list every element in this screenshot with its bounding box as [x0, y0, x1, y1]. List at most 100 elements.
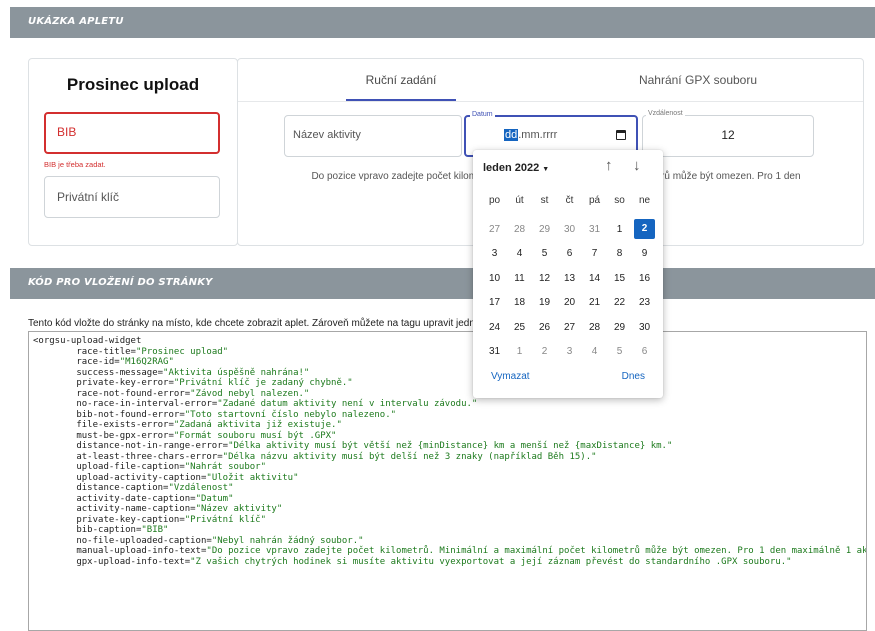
calendar-day[interactable]: 29 [607, 322, 632, 333]
calendar-day[interactable]: 3 [482, 248, 507, 259]
code-attribute-line: file-exists-error="Zadaná aktivita již e… [33, 420, 342, 430]
calendar-day[interactable]: 6 [557, 248, 582, 259]
clear-button[interactable]: Vymazat [491, 371, 530, 382]
embed-code-textarea[interactable]: <orgsu-upload-widget race-title="Prosine… [28, 331, 867, 631]
code-attribute-value: "M16Q2RAG" [119, 357, 174, 367]
code-attribute-line: no-race-in-interval-error="Zadané datum … [33, 399, 478, 409]
code-attribute-value: "Zadané datum aktivity není v intervalu … [217, 399, 478, 409]
calendar-day[interactable]: 1 [507, 346, 532, 357]
code-attribute-name: race-id [33, 357, 115, 367]
calendar-day[interactable]: 9 [632, 248, 657, 259]
today-button[interactable]: Dnes [622, 371, 645, 382]
upload-widget-left-card: Prosinec upload BIB BIB je třeba zadat. … [28, 58, 238, 246]
calendar-week-row: 10 11 12 13 14 15 16 [482, 266, 657, 291]
weekday-label: so [614, 195, 625, 206]
calendar-day[interactable]: 23 [632, 297, 657, 308]
calendar-day[interactable]: 1 [607, 224, 632, 235]
code-attribute-name: distance-not-in-range-error [33, 441, 223, 451]
calendar-day[interactable]: 20 [557, 297, 582, 308]
date-day-segment[interactable]: dd [504, 129, 519, 141]
private-key-placeholder: Privátní klíč [57, 190, 120, 204]
distance-value: 12 [721, 128, 735, 142]
code-attribute-value: "Uložit aktivitu" [206, 472, 299, 483]
calendar-day[interactable]: 5 [532, 248, 557, 259]
calendar-day[interactable]: 10 [482, 273, 507, 284]
code-attribute-name: private-key-error [33, 378, 169, 388]
code-attribute-line: bib-not-found-error="Toto startovní čísl… [33, 409, 397, 420]
calendar-day[interactable]: 5 [607, 346, 632, 357]
calendar-day[interactable]: 26 [532, 322, 557, 333]
code-attribute-line: race-not-found-error="Závod nebyl naleze… [33, 388, 310, 399]
private-key-input[interactable]: Privátní klíč [44, 176, 220, 218]
code-attribute-name: no-file-uploaded-caption [33, 535, 207, 546]
calendar-day[interactable]: 24 [482, 322, 507, 333]
calendar-day[interactable]: 13 [557, 273, 582, 284]
calendar-day[interactable]: 8 [607, 248, 632, 259]
calendar-day[interactable]: 28 [507, 224, 532, 235]
calendar-day[interactable]: 30 [557, 224, 582, 235]
code-attribute-line: distance-not-in-range-error="Délka aktiv… [33, 441, 673, 451]
code-attribute-name: must-be-gpx-error [33, 430, 169, 441]
weekday-label: po [488, 195, 501, 206]
code-attribute-name: manual-upload-info-text [33, 546, 201, 556]
calendar-day[interactable]: 16 [632, 273, 657, 284]
code-attribute-name: success-message [33, 367, 158, 378]
calendar-day[interactable]: 22 [607, 297, 632, 308]
code-attribute-line: manual-upload-info-text="Do pozice vprav… [33, 546, 866, 556]
calendar-day[interactable]: 27 [482, 224, 507, 235]
code-attribute-name: gpx-upload-info-text [33, 556, 185, 567]
calendar-day[interactable]: 4 [582, 346, 607, 357]
arrow-up-icon[interactable]: ↑ [605, 157, 613, 174]
bib-placeholder: BIB [57, 125, 77, 139]
calendar-icon[interactable] [616, 130, 626, 140]
code-attribute-value: "Privátní klíč je zadaný chybně." [173, 378, 353, 388]
arrow-down-icon[interactable]: ↓ [633, 157, 641, 174]
bib-input[interactable]: BIB [44, 112, 220, 154]
section-header-embed-code: KÓD PRO VLOŽENÍ DO STRÁNKY [10, 268, 875, 299]
tab-manual-entry[interactable]: Ruční zadání [346, 59, 456, 101]
activity-name-input[interactable]: Název aktivity [284, 115, 462, 157]
section-header-demo: UKÁZKA APLETU [10, 7, 875, 38]
tab-gpx-upload[interactable]: Nahrání GPX souboru [620, 59, 776, 101]
calendar-day[interactable]: 18 [507, 297, 532, 308]
code-attribute-name: race-not-found-error [33, 388, 185, 399]
calendar-day[interactable]: 31 [582, 224, 607, 235]
date-rest-segment[interactable]: .mm.rrrr [518, 129, 557, 141]
code-attribute-line: distance-caption="Vzdálenost" [33, 483, 234, 493]
month-selector[interactable]: leden 2022 ▼ [483, 162, 549, 174]
calendar-day[interactable]: 17 [482, 297, 507, 308]
weekday-label: út [515, 195, 524, 206]
calendar-day[interactable]: 19 [532, 297, 557, 308]
month-label: leden 2022 [483, 162, 540, 174]
code-attribute-value: "Privátní klíč" [184, 514, 267, 525]
calendar-day[interactable]: 27 [557, 322, 582, 333]
calendar-day[interactable]: 2 [532, 346, 557, 357]
distance-input[interactable]: Vzdálenost 12 [642, 110, 814, 157]
calendar-day[interactable]: 30 [632, 322, 657, 333]
calendar-day[interactable]: 2 [634, 219, 655, 240]
calendar-day[interactable]: 31 [482, 346, 507, 357]
calendar-day[interactable]: 25 [507, 322, 532, 333]
calendar-day[interactable]: 6 [632, 346, 657, 357]
calendar-day[interactable]: 21 [582, 297, 607, 308]
date-picker-popup: leden 2022 ▼ ↑ ↓ po út st čt pá so ne 27 28 29 30 3… [473, 150, 663, 398]
code-attribute-value: "Zadaná aktivita již existuje." [173, 420, 342, 430]
calendar-day[interactable]: 28 [582, 322, 607, 333]
section-title: UKÁZKA APLETU [28, 16, 124, 27]
calendar-day[interactable]: 12 [532, 273, 557, 284]
weekday-header: po út st čt pá so ne [482, 195, 657, 206]
code-attribute-name: at-least-three-chars-error [33, 451, 218, 462]
calendar-day[interactable]: 4 [507, 248, 532, 259]
code-attribute-line: gpx-upload-info-text="Z vašich chytrých … [33, 556, 792, 567]
calendar-day[interactable]: 3 [557, 346, 582, 357]
calendar-day[interactable]: 29 [532, 224, 557, 235]
calendar-day[interactable]: 11 [507, 273, 532, 284]
code-attribute-line: activity-name-caption="Název aktivity" [33, 504, 283, 514]
calendar-day[interactable]: 7 [582, 248, 607, 259]
calendar-day[interactable]: 15 [607, 273, 632, 284]
code-attribute-line: activity-date-caption="Datum" [33, 493, 234, 504]
code-tag-open: <orgsu-upload-widget [33, 336, 142, 346]
code-attribute-line: at-least-three-chars-error="Délka názvu … [33, 451, 597, 462]
code-attribute-name: private-key-caption [33, 514, 180, 525]
calendar-day[interactable]: 14 [582, 273, 607, 284]
